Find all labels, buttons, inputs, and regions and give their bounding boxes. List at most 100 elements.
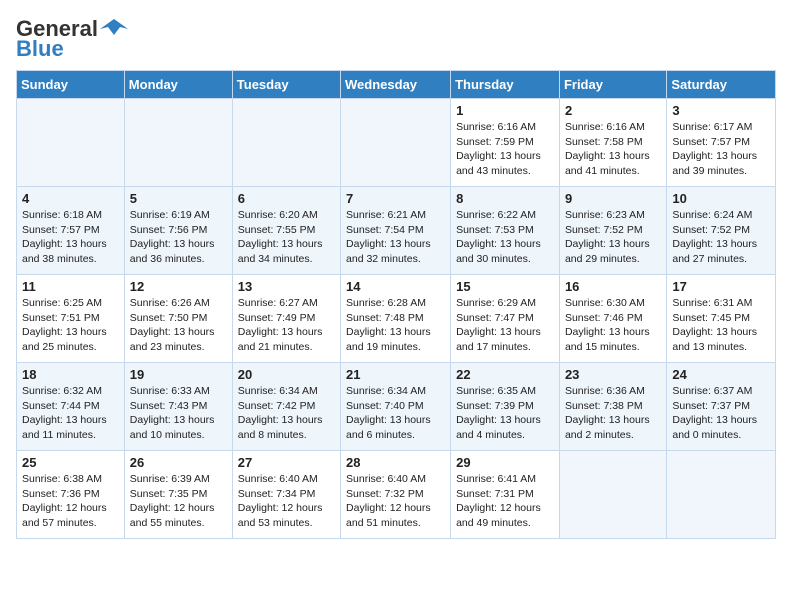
day-number: 6 bbox=[238, 191, 335, 206]
day-number: 11 bbox=[22, 279, 119, 294]
calendar-cell: 2 Sunrise: 6:16 AMSunset: 7:58 PMDaylight… bbox=[559, 99, 666, 187]
day-number: 25 bbox=[22, 455, 119, 470]
calendar-cell: 16 Sunrise: 6:30 AMSunset: 7:46 PMDayligh… bbox=[559, 275, 666, 363]
day-number: 2 bbox=[565, 103, 661, 118]
calendar-cell: 20 Sunrise: 6:34 AMSunset: 7:42 PMDayligh… bbox=[232, 363, 340, 451]
day-info: Sunrise: 6:21 AMSunset: 7:54 PMDaylight:… bbox=[346, 208, 445, 267]
calendar-cell: 22 Sunrise: 6:35 AMSunset: 7:39 PMDayligh… bbox=[451, 363, 560, 451]
calendar-cell: 19 Sunrise: 6:33 AMSunset: 7:43 PMDayligh… bbox=[124, 363, 232, 451]
page-header: General Blue bbox=[16, 16, 776, 62]
col-header-friday: Friday bbox=[559, 71, 666, 99]
calendar-cell: 14 Sunrise: 6:28 AMSunset: 7:48 PMDayligh… bbox=[341, 275, 451, 363]
col-header-wednesday: Wednesday bbox=[341, 71, 451, 99]
day-number: 14 bbox=[346, 279, 445, 294]
day-info: Sunrise: 6:22 AMSunset: 7:53 PMDaylight:… bbox=[456, 208, 554, 267]
calendar-cell: 29 Sunrise: 6:41 AMSunset: 7:31 PMDayligh… bbox=[451, 451, 560, 539]
calendar-cell bbox=[17, 99, 125, 187]
day-info: Sunrise: 6:29 AMSunset: 7:47 PMDaylight:… bbox=[456, 296, 554, 355]
calendar-cell bbox=[232, 99, 340, 187]
day-info: Sunrise: 6:34 AMSunset: 7:40 PMDaylight:… bbox=[346, 384, 445, 443]
calendar-cell: 1 Sunrise: 6:16 AMSunset: 7:59 PMDaylight… bbox=[451, 99, 560, 187]
week-row-5: 25 Sunrise: 6:38 AMSunset: 7:36 PMDayligh… bbox=[17, 451, 776, 539]
col-header-tuesday: Tuesday bbox=[232, 71, 340, 99]
day-number: 7 bbox=[346, 191, 445, 206]
day-info: Sunrise: 6:16 AMSunset: 7:58 PMDaylight:… bbox=[565, 120, 661, 179]
day-number: 5 bbox=[130, 191, 227, 206]
calendar-cell: 23 Sunrise: 6:36 AMSunset: 7:38 PMDayligh… bbox=[559, 363, 666, 451]
calendar-cell: 6 Sunrise: 6:20 AMSunset: 7:55 PMDaylight… bbox=[232, 187, 340, 275]
day-info: Sunrise: 6:23 AMSunset: 7:52 PMDaylight:… bbox=[565, 208, 661, 267]
col-header-monday: Monday bbox=[124, 71, 232, 99]
calendar-cell: 13 Sunrise: 6:27 AMSunset: 7:49 PMDayligh… bbox=[232, 275, 340, 363]
day-info: Sunrise: 6:25 AMSunset: 7:51 PMDaylight:… bbox=[22, 296, 119, 355]
calendar-cell bbox=[559, 451, 666, 539]
calendar-cell: 5 Sunrise: 6:19 AMSunset: 7:56 PMDaylight… bbox=[124, 187, 232, 275]
col-header-sunday: Sunday bbox=[17, 71, 125, 99]
calendar-cell: 27 Sunrise: 6:40 AMSunset: 7:34 PMDayligh… bbox=[232, 451, 340, 539]
calendar-cell: 25 Sunrise: 6:38 AMSunset: 7:36 PMDayligh… bbox=[17, 451, 125, 539]
day-number: 29 bbox=[456, 455, 554, 470]
calendar-cell: 7 Sunrise: 6:21 AMSunset: 7:54 PMDaylight… bbox=[341, 187, 451, 275]
day-info: Sunrise: 6:30 AMSunset: 7:46 PMDaylight:… bbox=[565, 296, 661, 355]
week-row-2: 4 Sunrise: 6:18 AMSunset: 7:57 PMDaylight… bbox=[17, 187, 776, 275]
calendar-cell: 9Sunrise: 6:23 AMSunset: 7:52 PMDaylight… bbox=[559, 187, 666, 275]
day-number: 27 bbox=[238, 455, 335, 470]
day-number: 23 bbox=[565, 367, 661, 382]
day-info: Sunrise: 6:26 AMSunset: 7:50 PMDaylight:… bbox=[130, 296, 227, 355]
calendar-cell: 10 Sunrise: 6:24 AMSunset: 7:52 PMDayligh… bbox=[667, 187, 776, 275]
calendar-cell bbox=[667, 451, 776, 539]
calendar-cell: 4 Sunrise: 6:18 AMSunset: 7:57 PMDaylight… bbox=[17, 187, 125, 275]
calendar-cell: 18 Sunrise: 6:32 AMSunset: 7:44 PMDayligh… bbox=[17, 363, 125, 451]
day-info: Sunrise: 6:28 AMSunset: 7:48 PMDaylight:… bbox=[346, 296, 445, 355]
day-info: Sunrise: 6:27 AMSunset: 7:49 PMDaylight:… bbox=[238, 296, 335, 355]
day-info: Sunrise: 6:33 AMSunset: 7:43 PMDaylight:… bbox=[130, 384, 227, 443]
day-number: 1 bbox=[456, 103, 554, 118]
calendar-table: SundayMondayTuesdayWednesdayThursdayFrid… bbox=[16, 70, 776, 539]
day-number: 16 bbox=[565, 279, 661, 294]
day-info: Sunrise: 6:38 AMSunset: 7:36 PMDaylight:… bbox=[22, 472, 119, 531]
col-header-thursday: Thursday bbox=[451, 71, 560, 99]
calendar-cell: 28Sunrise: 6:40 AMSunset: 7:32 PMDayligh… bbox=[341, 451, 451, 539]
col-header-saturday: Saturday bbox=[667, 71, 776, 99]
day-info: Sunrise: 6:39 AMSunset: 7:35 PMDaylight:… bbox=[130, 472, 227, 531]
day-info: Sunrise: 6:34 AMSunset: 7:42 PMDaylight:… bbox=[238, 384, 335, 443]
day-number: 18 bbox=[22, 367, 119, 382]
day-number: 10 bbox=[672, 191, 770, 206]
day-number: 24 bbox=[672, 367, 770, 382]
day-number: 19 bbox=[130, 367, 227, 382]
day-number: 12 bbox=[130, 279, 227, 294]
day-info: Sunrise: 6:35 AMSunset: 7:39 PMDaylight:… bbox=[456, 384, 554, 443]
week-row-3: 11 Sunrise: 6:25 AMSunset: 7:51 PMDayligh… bbox=[17, 275, 776, 363]
calendar-cell: 17Sunrise: 6:31 AMSunset: 7:45 PMDayligh… bbox=[667, 275, 776, 363]
day-number: 13 bbox=[238, 279, 335, 294]
day-number: 20 bbox=[238, 367, 335, 382]
day-number: 8 bbox=[456, 191, 554, 206]
day-info: Sunrise: 6:18 AMSunset: 7:57 PMDaylight:… bbox=[22, 208, 119, 267]
day-info: Sunrise: 6:40 AMSunset: 7:34 PMDaylight:… bbox=[238, 472, 335, 531]
calendar-cell bbox=[341, 99, 451, 187]
day-number: 28 bbox=[346, 455, 445, 470]
day-info: Sunrise: 6:20 AMSunset: 7:55 PMDaylight:… bbox=[238, 208, 335, 267]
day-info: Sunrise: 6:36 AMSunset: 7:38 PMDaylight:… bbox=[565, 384, 661, 443]
week-row-1: 1 Sunrise: 6:16 AMSunset: 7:59 PMDaylight… bbox=[17, 99, 776, 187]
calendar-cell: 12 Sunrise: 6:26 AMSunset: 7:50 PMDayligh… bbox=[124, 275, 232, 363]
day-number: 15 bbox=[456, 279, 554, 294]
day-info: Sunrise: 6:31 AMSunset: 7:45 PMDaylight:… bbox=[672, 296, 770, 355]
day-number: 22 bbox=[456, 367, 554, 382]
day-info: Sunrise: 6:17 AMSunset: 7:57 PMDaylight:… bbox=[672, 120, 770, 179]
logo-blue-text: Blue bbox=[16, 36, 64, 62]
calendar-cell: 3Sunrise: 6:17 AMSunset: 7:57 PMDaylight… bbox=[667, 99, 776, 187]
calendar-cell: 15 Sunrise: 6:29 AMSunset: 7:47 PMDayligh… bbox=[451, 275, 560, 363]
day-info: Sunrise: 6:16 AMSunset: 7:59 PMDaylight:… bbox=[456, 120, 554, 179]
day-info: Sunrise: 6:19 AMSunset: 7:56 PMDaylight:… bbox=[130, 208, 227, 267]
calendar-cell: 21Sunrise: 6:34 AMSunset: 7:40 PMDayligh… bbox=[341, 363, 451, 451]
day-number: 4 bbox=[22, 191, 119, 206]
logo-bird-icon bbox=[100, 17, 128, 37]
day-info: Sunrise: 6:24 AMSunset: 7:52 PMDaylight:… bbox=[672, 208, 770, 267]
day-number: 26 bbox=[130, 455, 227, 470]
day-info: Sunrise: 6:41 AMSunset: 7:31 PMDaylight:… bbox=[456, 472, 554, 531]
day-info: Sunrise: 6:32 AMSunset: 7:44 PMDaylight:… bbox=[22, 384, 119, 443]
logo: General Blue bbox=[16, 16, 128, 62]
day-info: Sunrise: 6:37 AMSunset: 7:37 PMDaylight:… bbox=[672, 384, 770, 443]
calendar-cell: 8 Sunrise: 6:22 AMSunset: 7:53 PMDaylight… bbox=[451, 187, 560, 275]
